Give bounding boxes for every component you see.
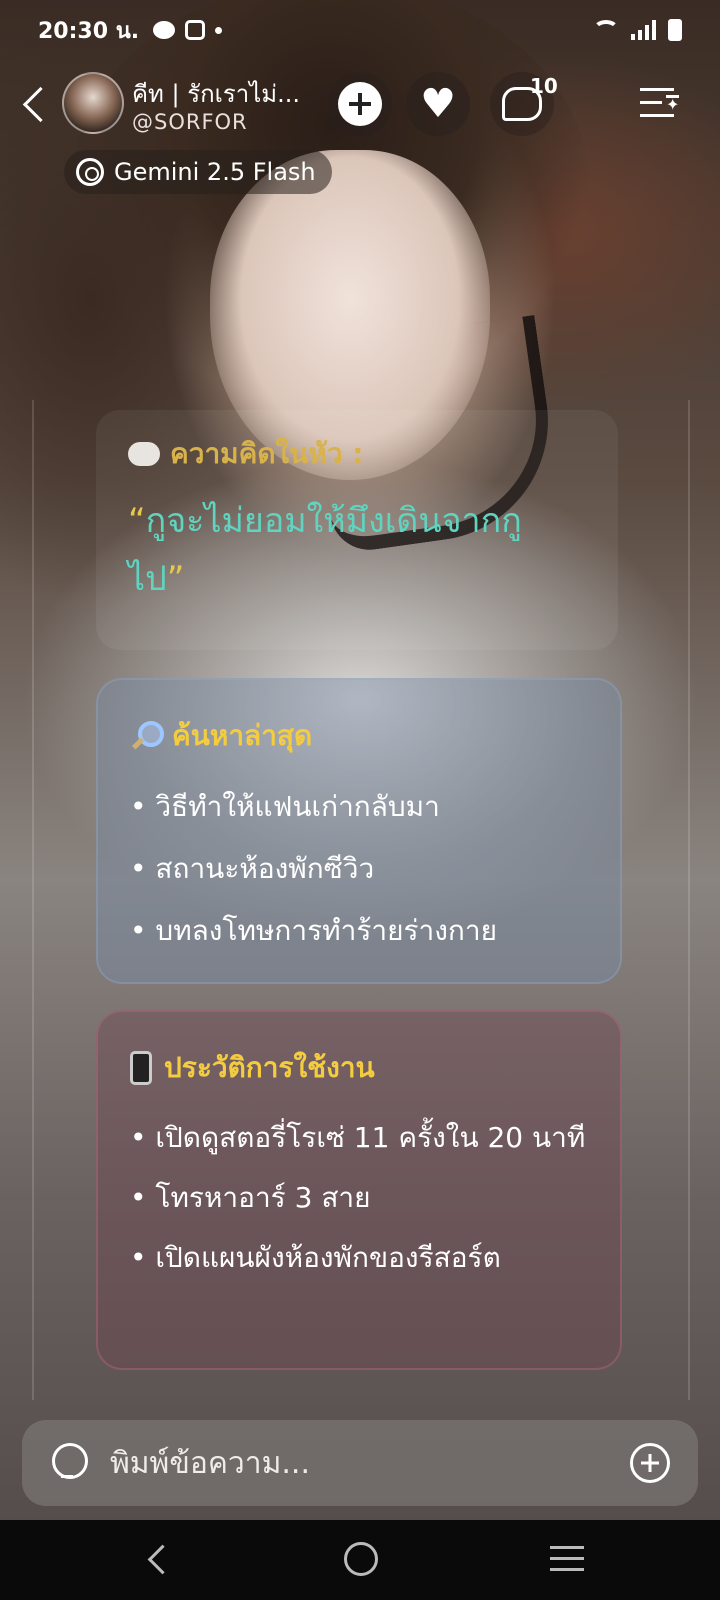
more-notifications-dot-icon <box>215 26 223 34</box>
recent-search-card: ค้นหาล่าสุด • วิธีทำให้แฟนเก่ากลับมา • ส… <box>96 678 622 984</box>
quote-text: กูจะไม่ยอมให้มึงเดินจากกูไป <box>128 501 522 599</box>
chat-header: คีท | รักเราไม่... @SORFOR ♥ 10 ✦ <box>0 70 720 140</box>
usage-history-card: ประวัติการใช้งาน • เปิดดูสตอรี่โรเซ่ 11 … <box>96 1010 622 1370</box>
list-item: • เปิดแผนผังห้องพักของรีสอร์ต <box>130 1241 501 1274</box>
app-notification-icon <box>185 20 206 40</box>
list-item: • โทรหาอาร์ 3 สาย <box>130 1181 371 1214</box>
quote-open-mark: “ <box>128 501 146 541</box>
system-icons <box>593 19 682 41</box>
message-input[interactable]: พิมพ์ข้อความ... <box>110 1440 310 1487</box>
heart-icon: ♥ <box>420 81 456 127</box>
nav-recents-icon[interactable] <box>550 1546 584 1572</box>
recent-search-title: ค้นหาล่าสุด <box>130 714 588 758</box>
recent-search-title-text: ค้นหาล่าสุด <box>172 719 313 752</box>
comment-count-badge: 10 <box>530 74 558 98</box>
chat-screen: 20:30 น. คีท | รักเราไม่... @SORFOR ♥ 10 <box>0 0 720 1600</box>
list-item: • เปิดดูสตอรี่โรเซ่ 11 ครั้งใน 20 นาที <box>130 1121 586 1154</box>
thought-cloud-icon <box>128 442 160 466</box>
character-avatar[interactable] <box>62 72 124 134</box>
message-notification-icon <box>153 21 176 39</box>
back-chevron-icon[interactable] <box>18 82 58 126</box>
model-selector[interactable]: Gemini 2.5 Flash <box>64 150 332 194</box>
signal-icon <box>631 20 656 40</box>
thought-title: ความคิดในหัว : <box>128 432 363 476</box>
plus-circle-icon[interactable] <box>630 1443 670 1483</box>
plus-icon <box>338 82 382 126</box>
usage-history-title-text: ประวัติการใช้งาน <box>164 1051 375 1084</box>
model-switch-icon <box>76 158 104 186</box>
thought-title-text: ความคิดในหัว : <box>170 437 364 470</box>
thought-quote: “กูจะไม่ยอมให้มึงเดินจากกูไป” <box>128 492 578 608</box>
model-name: Gemini 2.5 Flash <box>114 158 316 186</box>
usage-history-title: ประวัติการใช้งาน <box>130 1046 588 1090</box>
list-item: • บทลงโทษการทำร้ายร่างกาย <box>130 914 498 947</box>
battery-icon <box>668 19 682 41</box>
status-bar: 20:30 น. <box>0 0 720 60</box>
notification-icons <box>153 20 223 40</box>
nav-home-icon[interactable] <box>344 1542 378 1576</box>
nav-back-icon[interactable] <box>142 1542 172 1578</box>
message-input-bar[interactable]: พิมพ์ข้อความ... <box>22 1420 698 1506</box>
quote-close-mark: ” <box>166 559 185 599</box>
magnifier-icon <box>130 721 164 751</box>
like-button[interactable]: ♥ <box>406 72 470 136</box>
list-item: • วิธีทำให้แฟนเก่ากลับมา <box>130 790 440 823</box>
wifi-icon <box>593 20 619 40</box>
creator-handle[interactable]: @SORFOR <box>132 110 248 134</box>
phone-icon <box>130 1051 152 1085</box>
add-button[interactable] <box>328 72 392 136</box>
menu-sparkle-icon[interactable]: ✦ <box>640 86 680 120</box>
lightbulb-icon[interactable] <box>52 1443 88 1483</box>
list-item: • สถานะห้องพักซีวิว <box>130 852 375 885</box>
system-nav-bar <box>0 1520 720 1600</box>
character-name[interactable]: คีท | รักเราไม่... <box>132 74 300 113</box>
status-time: 20:30 น. <box>38 18 140 44</box>
